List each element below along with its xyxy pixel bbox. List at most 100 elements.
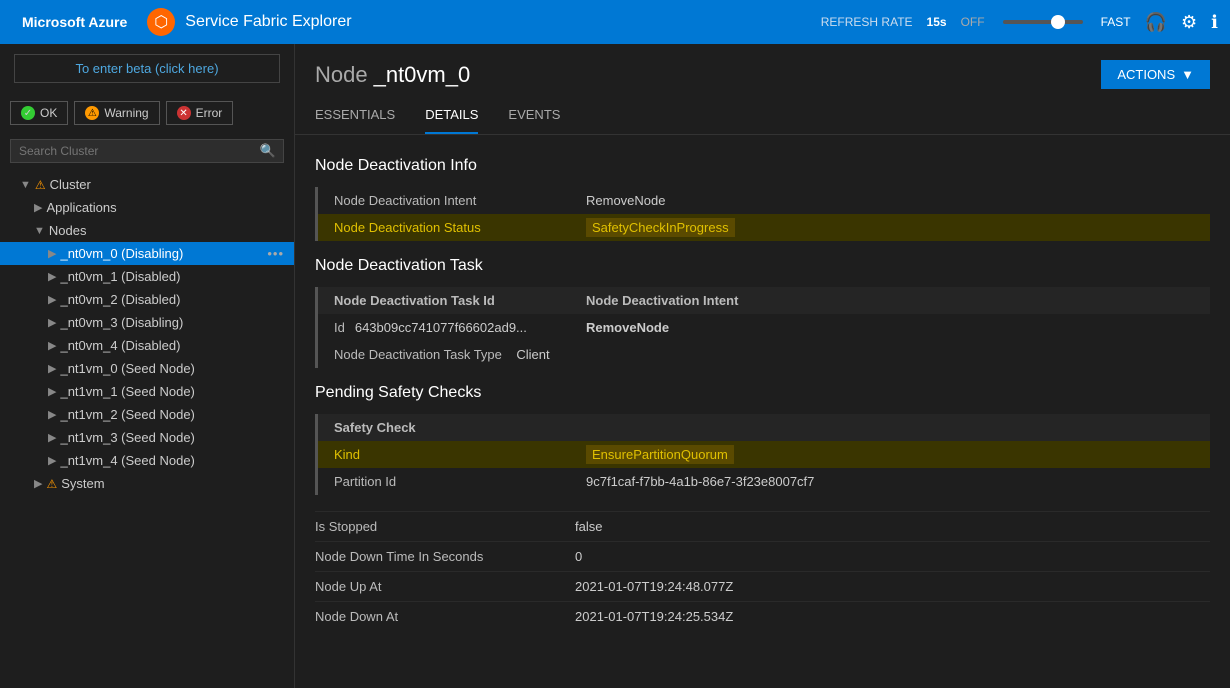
beta-button[interactable]: To enter beta (click here) [14,54,280,83]
kind-label: Kind [318,441,578,468]
sidebar-node-1[interactable]: ▶ _nt0vm_1 (Disabled) [0,265,294,288]
safety-check-col-header: Safety Check [318,414,578,441]
refresh-slider[interactable] [1003,20,1083,24]
deactivation-info-table: Node Deactivation Intent RemoveNode Node… [318,187,1210,241]
node-7-label: _nt1vm_2 (Seed Node) [60,407,284,422]
status-label: Node Deactivation Status [318,214,578,241]
pending-safety-title: Pending Safety Checks [315,384,1210,402]
kind-value: EnsurePartitionQuorum [578,441,1210,468]
nodes-label: Nodes [49,223,284,238]
search-wrap: 🔍 [10,139,284,163]
node-up-at-label: Node Up At [315,579,575,594]
safety-check-col-empty [578,414,1210,441]
node-9-label: _nt1vm_4 (Seed Node) [60,453,284,468]
pending-safety-table: Safety Check Kind EnsurePartitionQuorum … [318,414,1210,495]
chevron-right-icon5: ▶ [48,316,56,329]
task-type-field-label: Node Deactivation Task Type [334,347,502,362]
task-header-row: Node Deactivation Task Id Node Deactivat… [318,287,1210,314]
sidebar-item-system[interactable]: ▶ ⚠ System [0,472,294,495]
dots-menu[interactable]: ••• [267,246,284,261]
sidebar-node-6[interactable]: ▶ _nt1vm_1 (Seed Node) [0,380,294,403]
partition-row: Partition Id 9c7f1caf-f7bb-4a1b-86e7-3f2… [318,468,1210,495]
sidebar-node-9[interactable]: ▶ _nt1vm_4 (Seed Node) [0,449,294,472]
chevron-down-icon: ▼ [20,179,31,191]
status-row: ✓ OK ⚠ Warning ✕ Error [0,93,294,133]
chevron-right-icon2: ▶ [48,247,56,260]
cluster-label: Cluster [50,177,284,192]
sidebar-item-cluster[interactable]: ▼ ⚠ Cluster [0,173,294,196]
azure-label[interactable]: Microsoft Azure [12,10,137,34]
warning-button[interactable]: ⚠ Warning [74,101,159,125]
error-button[interactable]: ✕ Error [166,101,234,125]
ok-label: OK [40,106,57,120]
cluster-warn-icon: ⚠ [35,178,46,192]
node-8-label: _nt1vm_3 (Seed Node) [60,430,284,445]
node-down-time-label: Node Down Time In Seconds [315,549,575,564]
safety-header-row: Safety Check [318,414,1210,441]
main-layout: To enter beta (click here) ✓ OK ⚠ Warnin… [0,44,1230,688]
node-2-label: _nt0vm_2 (Disabled) [60,292,284,307]
system-label: System [61,476,284,491]
task-type-label: Node Deactivation Task Type Client [318,341,578,368]
node-down-time-row: Node Down Time In Seconds 0 [315,541,1210,571]
tab-events[interactable]: EVENTS [508,99,560,134]
task-type-row: Node Deactivation Task Type Client [318,341,1210,368]
chevron-right-icon7: ▶ [48,362,56,375]
error-label: Error [196,106,223,120]
search-input[interactable] [10,139,284,163]
sidebar-item-applications[interactable]: ▶ Applications [0,196,294,219]
chevron-right-icon8: ▶ [48,385,56,398]
deactivation-info-block: Node Deactivation Intent RemoveNode Node… [315,187,1210,241]
kind-badge: EnsurePartitionQuorum [586,445,734,464]
chevron-right-icon10: ▶ [48,431,56,444]
task-id-row: Id 643b09cc741077f66602ad9... RemoveNode [318,314,1210,341]
sidebar-tree: ▼ ⚠ Cluster ▶ Applications ▼ Nodes ▶ _nt… [0,169,294,499]
task-type-field-value: Client [516,347,549,362]
sidebar-node-4[interactable]: ▶ _nt0vm_4 (Disabled) [0,334,294,357]
sidebar-node-7[interactable]: ▶ _nt1vm_2 (Seed Node) [0,403,294,426]
refresh-speed: FAST [1101,15,1131,29]
node-down-at-row: Node Down At 2021-01-07T19:24:25.534Z [315,601,1210,631]
search-icon: 🔍 [260,143,276,159]
sidebar-node-5[interactable]: ▶ _nt1vm_0 (Seed Node) [0,357,294,380]
main-content: Node _nt0vm_0 ACTIONS ▼ ESSENTIALS DETAI… [295,44,1230,688]
info-icon[interactable]: ℹ [1211,12,1218,33]
tab-essentials[interactable]: ESSENTIALS [315,99,395,134]
chevron-down-icon2: ▼ [34,225,45,237]
system-warn-icon: ⚠ [46,477,57,491]
ok-icon: ✓ [21,106,35,120]
task-type-value-empty [578,341,1210,368]
partition-label: Partition Id [318,468,578,495]
slider-thumb [1051,15,1065,29]
chevron-right-icon11: ▶ [48,454,56,467]
actions-button[interactable]: ACTIONS ▼ [1101,60,1210,89]
ok-button[interactable]: ✓ OK [10,101,68,125]
deactivation-task-title: Node Deactivation Task [315,257,1210,275]
status-row-highlighted: Node Deactivation Status SafetyCheckInPr… [318,214,1210,241]
kind-row: Kind EnsurePartitionQuorum [318,441,1210,468]
node-5-label: _nt1vm_0 (Seed Node) [60,361,284,376]
sidebar-node-8[interactable]: ▶ _nt1vm_3 (Seed Node) [0,426,294,449]
is-stopped-row: Is Stopped false [315,511,1210,541]
settings-icon[interactable]: ⚙ [1181,12,1197,33]
node-1-label: _nt0vm_1 (Disabled) [60,269,284,284]
partition-value: 9c7f1caf-f7bb-4a1b-86e7-3f23e8007cf7 [578,468,1210,495]
app-title: Service Fabric Explorer [185,13,351,31]
toggle-state[interactable]: OFF [961,15,985,29]
sidebar-node-3[interactable]: ▶ _nt0vm_3 (Disabling) [0,311,294,334]
sidebar-item-nodes[interactable]: ▼ Nodes [0,219,294,242]
app-logo: ⬡ [147,8,175,36]
chevron-right-icon: ▶ [34,201,42,214]
tab-details[interactable]: DETAILS [425,99,478,134]
deactivation-task-table: Node Deactivation Task Id Node Deactivat… [318,287,1210,368]
sidebar-node-2[interactable]: ▶ _nt0vm_2 (Disabled) [0,288,294,311]
intent-value: RemoveNode [578,187,1210,214]
pending-safety-block: Safety Check Kind EnsurePartitionQuorum … [315,414,1210,495]
sidebar-node-0[interactable]: ▶ _nt0vm_0 (Disabling) ••• [0,242,294,265]
error-icon: ✕ [177,106,191,120]
warning-label: Warning [104,106,148,120]
refresh-rate-value: 15s [927,15,947,29]
details-content: Node Deactivation Info Node Deactivation… [295,135,1230,647]
warning-icon: ⚠ [85,106,99,120]
headset-icon[interactable]: 🎧 [1145,12,1167,33]
